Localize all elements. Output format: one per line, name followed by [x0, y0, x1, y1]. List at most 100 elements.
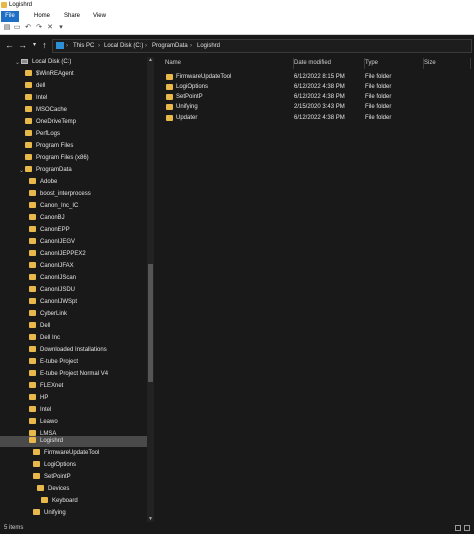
chevron-down-icon[interactable]: ⌄ [19, 167, 24, 174]
tree-item[interactable]: Program Files (x86) [25, 153, 89, 164]
tree-item[interactable]: CanonBJ [29, 213, 65, 224]
tree-item[interactable]: FLEXnet [29, 381, 63, 392]
tree-item[interactable]: ProgramData [25, 165, 72, 176]
folder-icon [29, 358, 36, 364]
breadcrumb-separator-icon[interactable]: › [190, 43, 192, 49]
folder-icon [29, 226, 36, 232]
tree-item[interactable]: CanonEPP [29, 225, 70, 236]
tree-item[interactable]: CanonIJFAX [29, 261, 74, 272]
tree-item-label: Devices [48, 486, 70, 492]
scroll-up-icon[interactable]: ▲ [147, 57, 154, 63]
breadcrumb-this-pc[interactable]: This PC [73, 43, 94, 49]
tree-item[interactable]: HP [29, 393, 48, 404]
folder-icon [29, 190, 36, 196]
file-name: Updater [176, 115, 198, 121]
tree-item-label: OneDriveTemp [36, 119, 77, 125]
folder-icon [33, 461, 40, 467]
breadcrumb-programdata[interactable]: ProgramData [152, 43, 188, 49]
tree-item[interactable]: E-tube Project Normal V4 [29, 369, 108, 380]
scrollbar-thumb[interactable] [148, 264, 153, 382]
new-folder-icon[interactable]: ▭ [13, 24, 21, 32]
folder-icon [29, 274, 36, 280]
tab-share[interactable]: Share [60, 11, 84, 22]
tree-item[interactable]: CyberLink [29, 309, 67, 320]
breadcrumb-separator-icon[interactable]: › [98, 43, 100, 49]
details-view-icon[interactable] [455, 525, 461, 531]
tree-item[interactable]: Dell [29, 321, 50, 332]
tree-item[interactable]: dell [25, 81, 45, 92]
column-header-type[interactable]: Type [358, 58, 424, 69]
tree-item-label: PerfLogs [36, 131, 61, 137]
tree-item[interactable]: OneDriveTemp [25, 117, 76, 128]
breadcrumb-separator-icon[interactable]: › [66, 43, 68, 49]
tree-item[interactable]: PerfLogs [25, 129, 60, 140]
tree-item[interactable]: CanonIJEGV [29, 237, 75, 248]
tree-item[interactable]: Keyboard [41, 496, 78, 507]
table-row[interactable]: SetPointP 6/12/2022 4:38 PM File folder [158, 92, 474, 102]
tree-item-label: Intel [36, 95, 48, 101]
tree-item[interactable]: MSOCache [25, 105, 67, 116]
tree-item[interactable]: Leawo [29, 417, 58, 428]
table-row[interactable]: FirmwareUpdateTool 6/12/2022 8:15 PM Fil… [158, 72, 474, 82]
tree-item[interactable]: Intel [29, 405, 51, 416]
tree-item-label: Keyboard [52, 498, 78, 504]
table-row[interactable]: LogiOptions 6/12/2022 4:38 PM File folde… [158, 82, 474, 92]
file-date: 6/12/2022 8:15 PM [294, 74, 345, 80]
tree-item-label: CanonIJEGV [40, 239, 76, 245]
tab-home[interactable]: Home [30, 11, 54, 22]
delete-icon[interactable]: ✕ [46, 24, 54, 32]
file-date: 6/12/2022 4:38 PM [294, 94, 345, 100]
column-header-name[interactable]: Name [158, 58, 294, 69]
properties-icon[interactable]: ▤ [3, 24, 11, 32]
tree-item[interactable]: Adobe [29, 177, 57, 188]
tree-item[interactable]: CanonIJSDU [29, 285, 75, 296]
chevron-down-icon[interactable]: ⌄ [15, 59, 20, 66]
back-icon[interactable]: ← [4, 40, 15, 51]
tree-item[interactable]: CanonIJEPPEX2 [29, 249, 86, 260]
tree-item[interactable]: Unifying [33, 508, 66, 519]
tree-item[interactable]: FirmwareUpdateTool [33, 448, 99, 459]
tree-item[interactable]: Downloaded Installations [29, 345, 107, 356]
tree-item[interactable]: CanonIJWSpt [29, 297, 77, 308]
customize-toolbar-icon[interactable]: ▾ [57, 24, 65, 32]
address-bar[interactable]: › This PC › Local Disk (C:) › ProgramDat… [52, 39, 472, 53]
breadcrumb-local-disk[interactable]: Local Disk (C:) [104, 43, 143, 49]
tree-item-selected[interactable]: Logishrd [0, 436, 147, 447]
redo-icon[interactable]: ↷ [35, 24, 43, 32]
forward-icon[interactable]: → [17, 40, 28, 51]
breadcrumb-logishrd[interactable]: Logishrd [197, 43, 220, 49]
column-header-date[interactable]: Date modified [287, 58, 365, 69]
folder-icon [29, 334, 36, 340]
nav-scrollbar[interactable]: ▲ ▼ [147, 57, 154, 522]
tab-view[interactable]: View [89, 11, 110, 22]
tree-item[interactable]: E-tube Project [29, 357, 78, 368]
tree-item[interactable]: $WinREAgent [25, 69, 74, 80]
breadcrumb-separator-icon[interactable]: › [145, 43, 147, 49]
folder-icon [29, 406, 36, 412]
tree-item-label: Program Files [36, 143, 74, 149]
tree-item[interactable]: Canon_Inc_IC [29, 201, 78, 212]
tree-item[interactable]: Dell Inc [29, 333, 60, 344]
tree-item-label: Unifying [44, 510, 66, 516]
tree-item[interactable]: LogiOptions [33, 460, 76, 471]
file-type: File folder [365, 74, 392, 80]
tree-item[interactable]: CanonIJScan [29, 273, 76, 284]
table-row[interactable]: Updater 6/12/2022 4:38 PM File folder [158, 113, 474, 123]
folder-icon [25, 166, 32, 172]
table-row[interactable]: Unifying 2/15/2020 3:43 PM File folder [158, 102, 474, 112]
up-icon[interactable]: ↑ [39, 40, 50, 51]
large-icons-view-icon[interactable] [464, 525, 470, 531]
tree-item-label: Downloaded Installations [40, 347, 107, 353]
tree-item[interactable]: SetPointP [33, 472, 71, 483]
tree-item[interactable]: Intel [25, 93, 47, 104]
file-name: LogiOptions [176, 84, 209, 90]
tab-file[interactable]: File [1, 11, 19, 22]
file-date: 2/15/2020 3:43 PM [294, 104, 345, 110]
undo-icon[interactable]: ↶ [24, 24, 32, 32]
tree-item-local-disk[interactable]: Local Disk (C:) [21, 57, 71, 68]
folder-icon [29, 286, 36, 292]
tree-item[interactable]: boost_interprocess [29, 189, 91, 200]
tree-item[interactable]: Program Files [25, 141, 73, 152]
column-header-size[interactable]: Size [417, 58, 471, 69]
tree-item[interactable]: Devices [37, 484, 69, 495]
